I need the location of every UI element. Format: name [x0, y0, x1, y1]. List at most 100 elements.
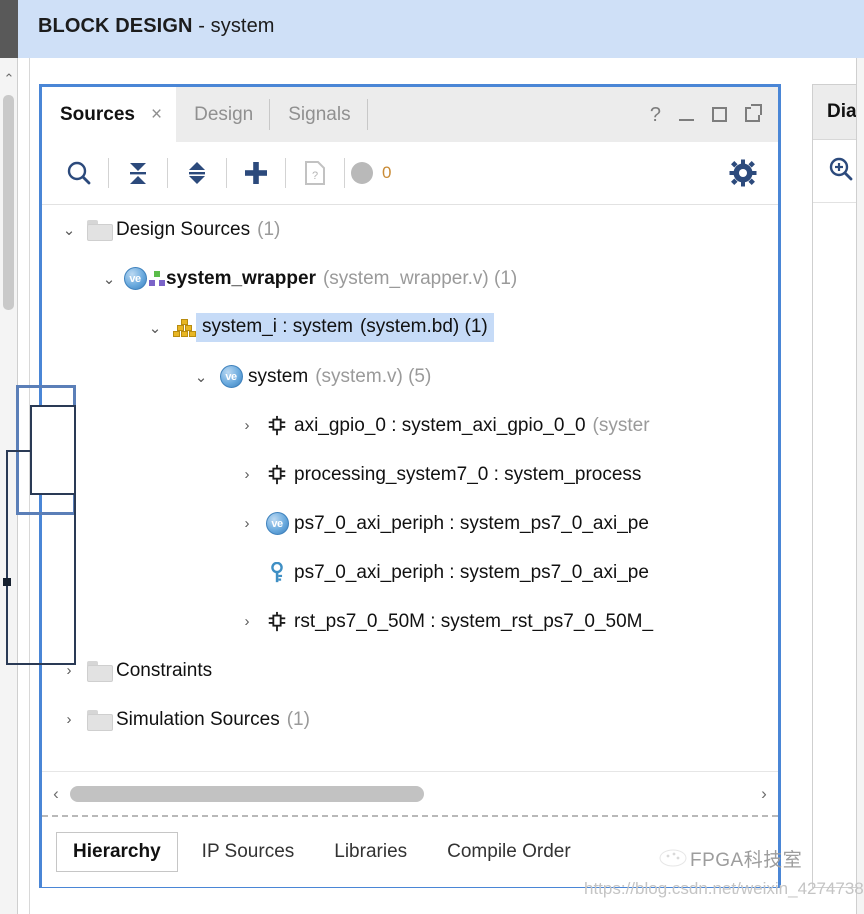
tab-libraries[interactable]: Libraries [318, 833, 423, 871]
tree-row[interactable]: › processing_system7_0 : system_process [42, 450, 778, 499]
page-title-subject: system [210, 15, 275, 37]
sources-tree[interactable]: ⌄ Design Sources (1) ⌄ ve system_wrapper… [42, 205, 778, 771]
report-icon[interactable]: ? [292, 150, 338, 196]
tree-row-name: system_wrapper [166, 267, 316, 289]
tree-row-detail: (1) [286, 708, 310, 730]
chevron-down-icon[interactable]: ⌄ [188, 368, 214, 386]
screen-root: ⌃ BLOCK DESIGN - system Sources × Design… [0, 0, 864, 914]
tab-ip-sources[interactable]: IP Sources [186, 833, 311, 871]
chevron-down-icon[interactable]: ⌄ [142, 319, 168, 337]
tree-row-label: system_wrapper (system_wrapper.v) (1) [166, 268, 517, 290]
tree-row-selected[interactable]: ⌄ system_i : system (system.bd) (1) [42, 303, 778, 352]
chevron-down-icon[interactable]: ⌄ [96, 270, 122, 288]
tree-row[interactable]: › axi_gpio_0 : system_axi_gpio_0_0 (syst [42, 401, 778, 450]
tree-row[interactable]: ⌄ ve system_wrapper (system_wrapper.v) (… [42, 254, 778, 303]
gear-icon[interactable] [720, 150, 766, 196]
collapse-all-icon[interactable] [115, 150, 161, 196]
verilog-icon: ve [260, 512, 294, 535]
toolbar-divider [344, 158, 345, 188]
sources-tabstrip: Sources × Design Signals ? [42, 87, 778, 142]
message-count-badge[interactable]: 0 [351, 162, 391, 184]
chevron-down-icon[interactable]: ⌄ [56, 221, 82, 239]
scroll-right-icon[interactable]: › [750, 784, 778, 804]
tree-row-name: system [248, 365, 309, 387]
page-title: BLOCK DESIGN - system [38, 15, 275, 38]
tree-row[interactable]: › Constraints [42, 646, 778, 695]
search-icon[interactable] [56, 150, 102, 196]
tree-row-label: system (system.v) (5) [248, 366, 431, 388]
tree-row[interactable]: ⌄ Design Sources (1) [42, 205, 778, 254]
tab-signals[interactable]: Signals [270, 87, 366, 142]
window-controls: ? [650, 87, 778, 142]
tree-row-detail: (syster [592, 414, 650, 436]
chevron-right-icon[interactable]: › [234, 466, 260, 483]
scrollbar-thumb[interactable] [70, 785, 424, 802]
tree-row-detail: (1) [257, 218, 281, 240]
tree-row-name: system_i : system [202, 316, 353, 337]
toolbar-divider [285, 158, 286, 188]
toolbar-divider [108, 158, 109, 188]
maximize-icon[interactable] [712, 107, 727, 122]
scrollbar-track[interactable] [70, 785, 750, 802]
ip-core-icon [260, 611, 294, 633]
verilog-icon: ve [122, 267, 166, 290]
block-design-header: BLOCK DESIGN - system [18, 0, 864, 58]
left-rail-scrollbar[interactable] [3, 95, 14, 310]
right-edge-rail [856, 58, 864, 914]
tab-diagram-label[interactable]: Dia [827, 101, 857, 123]
tab-sources-label: Sources [60, 103, 135, 125]
status-dot-icon [351, 162, 373, 184]
tree-row[interactable]: › rst_ps7_0_50M : system_rst_ps7_0_50M_ [42, 597, 778, 646]
chevron-right-icon[interactable]: › [234, 515, 260, 532]
help-icon[interactable]: ? [650, 105, 661, 125]
tree-row-name: axi_gpio_0 : system_axi_gpio_0_0 [294, 414, 586, 436]
tree-row-detail: (system.bd) (1) [359, 316, 488, 337]
key-icon [260, 561, 294, 584]
add-sources-icon[interactable] [233, 150, 279, 196]
chevron-right-icon[interactable]: › [234, 417, 260, 434]
tree-row-label: Simulation Sources (1) [116, 709, 310, 731]
tree-row[interactable]: › ve ps7_0_axi_periph : system_ps7_0_axi… [42, 499, 778, 548]
expand-all-icon[interactable] [174, 150, 220, 196]
ip-core-icon [260, 464, 294, 486]
folder-icon [82, 710, 116, 731]
chevron-right-icon[interactable]: › [56, 711, 82, 728]
tab-signals-label: Signals [288, 103, 351, 125]
verilog-icon: ve [214, 365, 248, 388]
tree-row-label: rst_ps7_0_50M : system_rst_ps7_0_50M_ [294, 611, 660, 633]
close-icon[interactable]: × [151, 105, 162, 124]
scroll-left-icon[interactable]: ‹ [42, 784, 70, 804]
tree-row-name: ps7_0_axi_periph : system_ps7_0_axi_pe [294, 561, 649, 583]
tab-hierarchy[interactable]: Hierarchy [56, 832, 178, 872]
tree-row-name: processing_system7_0 : system_process [294, 463, 642, 485]
tree-row-label: axi_gpio_0 : system_axi_gpio_0_0 (syster [294, 415, 650, 437]
zoom-in-icon[interactable] [827, 155, 855, 188]
tab-compile-order[interactable]: Compile Order [431, 833, 587, 871]
toolbar-divider [226, 158, 227, 188]
tree-row-name: rst_ps7_0_50M : system_rst_ps7_0_50M_ [294, 610, 654, 632]
chevron-right-icon[interactable]: › [234, 613, 260, 630]
tree-row-detail: (system.v) (5) [315, 365, 432, 387]
tabstrip-spacer [368, 87, 650, 142]
tree-row[interactable]: ⌄ ve system (system.v) (5) [42, 352, 778, 401]
tree-row[interactable]: › Simulation Sources (1) [42, 695, 778, 744]
tree-row-detail: (system_wrapper.v) (1) [322, 267, 518, 289]
tree-row[interactable]: ps7_0_axi_periph : system_ps7_0_axi_pe [42, 548, 778, 597]
folder-icon [82, 220, 116, 241]
left-dark-strip [0, 0, 18, 58]
left-rail-chevron-icon[interactable]: ⌃ [2, 70, 16, 88]
svg-text:?: ? [312, 170, 318, 182]
tree-row-label: Design Sources (1) [116, 219, 280, 241]
tree-row-label: ps7_0_axi_periph : system_ps7_0_axi_pe [294, 513, 656, 535]
tab-sources[interactable]: Sources × [42, 87, 177, 142]
tab-design[interactable]: Design [176, 87, 269, 142]
minimize-icon[interactable] [679, 118, 694, 121]
page-title-main: BLOCK DESIGN [38, 15, 193, 37]
tree-row-name: Design Sources [116, 218, 251, 240]
float-icon[interactable] [745, 107, 760, 122]
tree-row-name: Constraints [116, 659, 213, 681]
tree-row-label: system_i : system (system.bd) (1) [196, 313, 494, 342]
ip-core-icon [260, 415, 294, 437]
horizontal-scrollbar[interactable]: ‹ › [42, 771, 778, 815]
tree-row-name: ps7_0_axi_periph : system_ps7_0_axi_pe [294, 512, 649, 534]
